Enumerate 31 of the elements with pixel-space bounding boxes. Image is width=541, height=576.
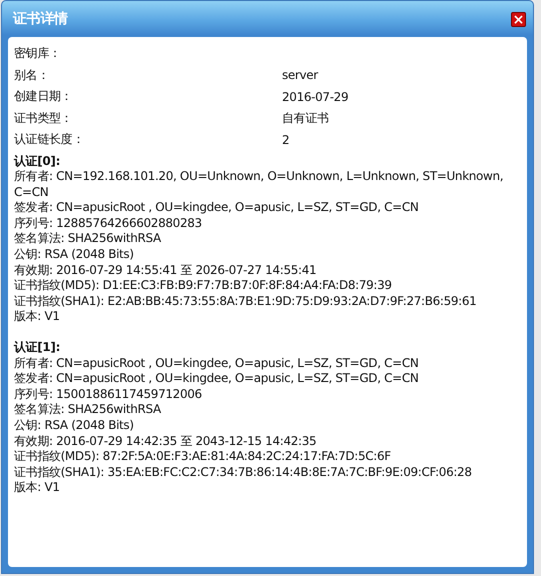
field-label: 证书类型： bbox=[14, 110, 74, 127]
certificate-detail: 签名算法: SHA256withRSA bbox=[14, 231, 162, 248]
certificate-detail: 有效期: 2016-07-29 14:55:41 至 2026-07-27 14:55:41 bbox=[14, 262, 318, 278]
certificate-detail: 所有者: CN=apusicRoot , OU=kingdee, O=apusic, L=SZ, ST=GD, C=CN bbox=[14, 356, 420, 372]
certificate-heading: 认证[1]: bbox=[14, 340, 62, 356]
field-label: 密钥库： bbox=[14, 45, 62, 62]
certificate-detail: 版本: V1 bbox=[14, 480, 61, 496]
certificate-detail: 证书指纹(SHA1): E2:AB:BB:45:73:55:8A:7B:E1:9D:75:D9:93:2A:D7:9F:27:B6:59:61 bbox=[14, 294, 478, 310]
close-button[interactable]: × bbox=[511, 12, 526, 26]
field-value: 2016-07-29 bbox=[282, 90, 350, 104]
certificate-detail: 公钥: RSA (2048 Bits) bbox=[14, 418, 135, 434]
certificate-detail: 签发者: CN=apusicRoot , OU=kingdee, O=apusic, L=SZ, ST=GD, C=CN bbox=[14, 200, 420, 216]
certificate-detail: 签发者: CN=apusicRoot , OU=kingdee, O=apusic, L=SZ, ST=GD, C=CN bbox=[14, 371, 420, 387]
certificate-detail: 序列号: 15001886117459712006 bbox=[14, 386, 203, 402]
certificate-detail: 证书指纹(MD5): 87:2F:5A:0E:F3:AE:81:4A:84:2C:24:17:FA:7D:5C:6F bbox=[14, 449, 392, 465]
certificate-detail: 序列号: 12885764266602880283 bbox=[14, 216, 203, 232]
dialog-title: 证书详情 bbox=[13, 10, 68, 28]
certificate-detail: 签名算法: SHA256withRSA bbox=[14, 402, 162, 418]
certificate-detail: 公钥: RSA (2048 Bits) bbox=[14, 247, 135, 263]
certificate-detail: 版本: V1 bbox=[14, 309, 61, 326]
field-label: 认证链长度： bbox=[14, 131, 85, 148]
field-value: 自有证书 bbox=[282, 110, 330, 127]
field-value: 2 bbox=[282, 132, 290, 147]
certificate-detail: 证书指纹(SHA1): 35:EA:EB:FC:C2:C7:34:7B:86:14:4B:8E:7A:7C:BF:9E:09:CF:06:28 bbox=[14, 464, 473, 480]
certificate-heading: 认证[0]: bbox=[14, 154, 62, 170]
certificate-detail: 所有者: CN=192.168.101.20, OU=Unknown, O=Unknown, L=Unknown, ST=Unknown, C=CN bbox=[14, 169, 504, 200]
field-value: server bbox=[282, 68, 320, 82]
certificate-detail: 有效期: 2016-07-29 14:42:35 至 2043-12-15 14:42:35 bbox=[14, 434, 318, 450]
field-label: 别名： bbox=[14, 66, 50, 84]
certificate-detail: 证书指纹(MD5): D1:EE:C3:FB:B9:F7:7B:B7:0F:8F:84:A4:FA:D8:79:39 bbox=[14, 278, 393, 294]
field-label: 创建日期： bbox=[14, 88, 74, 106]
